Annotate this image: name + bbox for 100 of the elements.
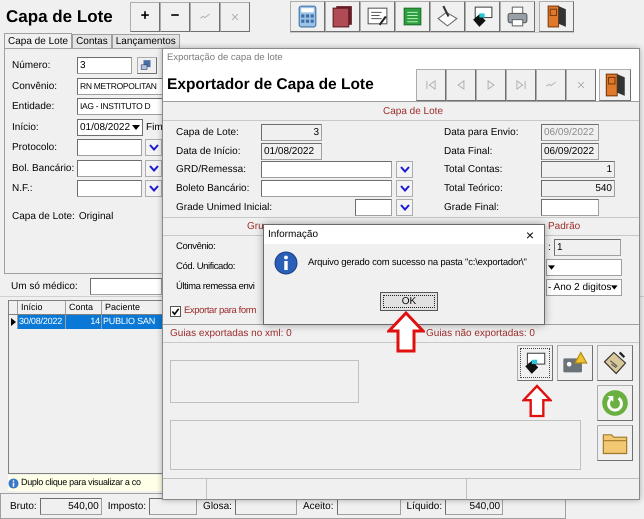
lookup-button[interactable] bbox=[396, 180, 413, 198]
field-label: Aceito: bbox=[302, 500, 334, 514]
tab[interactable]: Contas bbox=[72, 34, 112, 48]
window-title: Exportação de capa de lote bbox=[167, 51, 283, 66]
text-field[interactable]: 1 bbox=[554, 238, 621, 256]
text-field[interactable]: 540,00 bbox=[40, 498, 102, 514]
text-field[interactable]: 01/08/2022 bbox=[261, 142, 322, 160]
annotation-arrow bbox=[387, 311, 425, 353]
text-field[interactable]: 1 bbox=[541, 161, 615, 178]
table-row[interactable]: 30/08/2022 14 PUBLIO SAN bbox=[9, 315, 162, 329]
text-field[interactable]: 540 bbox=[541, 180, 615, 198]
chevron-down-icon bbox=[148, 185, 158, 192]
checkmark-icon bbox=[171, 307, 180, 316]
lookup-button[interactable] bbox=[145, 180, 162, 198]
field-label: Capa de Lote: bbox=[176, 126, 240, 140]
toolbar-button[interactable] bbox=[325, 0, 360, 32]
toolbar-button[interactable] bbox=[360, 0, 395, 32]
field-label: Entidade: bbox=[12, 100, 56, 114]
folder-button[interactable] bbox=[597, 425, 633, 461]
field-label: Convênio: bbox=[12, 80, 58, 94]
text-field[interactable]: RN METROPOLITAN bbox=[77, 78, 163, 95]
field-label: Imposto: bbox=[108, 500, 146, 514]
field-label: Início: bbox=[12, 120, 40, 135]
field-label: : bbox=[548, 240, 552, 254]
text-field[interactable]: 3 bbox=[261, 124, 322, 141]
lookup-button[interactable] bbox=[145, 160, 162, 177]
chevron-down-icon bbox=[400, 185, 410, 192]
checkbox[interactable] bbox=[170, 306, 181, 317]
chevron-down-icon bbox=[400, 166, 410, 174]
text-field[interactable] bbox=[77, 160, 142, 177]
info-icon bbox=[8, 478, 19, 488]
dropdown-arrow-icon bbox=[548, 264, 555, 270]
exit-button[interactable] bbox=[599, 68, 631, 100]
field-label: Bruto: bbox=[10, 500, 37, 514]
field-label: Protocolo: bbox=[12, 141, 58, 156]
tab[interactable]: Capa de Lote bbox=[4, 33, 72, 48]
text-field[interactable]: IAG - INSTITUTO D bbox=[77, 98, 163, 116]
lookup-button[interactable] bbox=[396, 199, 413, 216]
section-title: Padrão bbox=[548, 220, 580, 234]
last-icon bbox=[514, 78, 528, 92]
toolbar-button[interactable]: − bbox=[160, 2, 190, 32]
field-label: Fim bbox=[146, 120, 163, 135]
refresh-icon bbox=[601, 389, 629, 417]
message-text: Arquivo gerado com sucesso na pasta "c:\exportador\" bbox=[308, 256, 527, 270]
chevron-down-icon bbox=[400, 204, 410, 212]
card-icon bbox=[470, 4, 495, 28]
section-title: Capa de Lote bbox=[382, 104, 444, 118]
lookup-button[interactable] bbox=[145, 139, 162, 156]
field-label: Última remessa envi bbox=[176, 280, 256, 294]
text-field[interactable] bbox=[355, 199, 392, 216]
column-header[interactable]: Início bbox=[18, 301, 66, 314]
toolbar-button[interactable] bbox=[539, 0, 574, 32]
text-field[interactable] bbox=[261, 180, 392, 198]
pen-icon bbox=[435, 4, 460, 28]
column-header[interactable]: Conta bbox=[66, 301, 102, 314]
dropdown-arrow-icon bbox=[132, 124, 140, 130]
field-label: GRD/Remessa: bbox=[176, 163, 248, 178]
date-picker[interactable]: 01/08/2022 bbox=[77, 118, 143, 136]
text-field[interactable] bbox=[261, 161, 392, 178]
field-label: Total Contas: bbox=[444, 163, 504, 178]
toolbar-button[interactable] bbox=[500, 0, 535, 32]
text-field[interactable] bbox=[77, 139, 142, 156]
field-label: Data de Início: bbox=[176, 144, 242, 159]
toolbar-button[interactable]: + bbox=[130, 2, 160, 32]
text-field[interactable] bbox=[77, 180, 142, 198]
export-button[interactable] bbox=[517, 345, 553, 381]
tab[interactable]: Lançamentos bbox=[112, 34, 180, 48]
hint-text: Duplo clique para visualizar a co bbox=[21, 476, 141, 490]
field-label: Boleto Bancário: bbox=[176, 182, 250, 196]
chevron-down-icon bbox=[148, 164, 158, 172]
field-label: N.F.: bbox=[12, 182, 34, 196]
dropdown[interactable] bbox=[546, 258, 622, 276]
toolbar-button[interactable] bbox=[597, 345, 633, 381]
heading: Exportador de Capa de Lote bbox=[166, 74, 375, 95]
lookup-button[interactable] bbox=[396, 161, 413, 178]
close-button[interactable]: × bbox=[516, 225, 544, 244]
table-cell: 14 bbox=[66, 315, 102, 329]
dropdown[interactable]: - Ano 2 digitos bbox=[546, 278, 622, 296]
field-label: Data Final: bbox=[444, 144, 494, 159]
text-field[interactable]: 06/09/2022 bbox=[541, 142, 599, 160]
ok-button[interactable]: OK bbox=[380, 292, 438, 311]
field-label: Original bbox=[78, 210, 114, 224]
toolbar-button[interactable] bbox=[465, 0, 500, 32]
field-label: Capa de Lote: bbox=[12, 210, 75, 224]
field-label: Data para Envio: bbox=[444, 126, 520, 140]
field-label: Cód. Unificado: bbox=[176, 260, 236, 274]
status-text: Guias exportadas no xml: 0 bbox=[169, 327, 293, 341]
chevron-down-icon bbox=[148, 144, 158, 152]
text-field[interactable]: 3 bbox=[77, 57, 132, 74]
lookup-button[interactable] bbox=[137, 57, 157, 74]
section-title: Gru bbox=[247, 220, 265, 234]
table-cell: 30/08/2022 bbox=[18, 315, 66, 329]
text-field[interactable] bbox=[541, 199, 599, 216]
card-icon bbox=[522, 350, 548, 376]
refresh-button[interactable] bbox=[597, 385, 633, 421]
first-icon bbox=[424, 78, 438, 92]
column-header[interactable]: Paciente bbox=[102, 301, 162, 314]
field-label: Grade Final: bbox=[444, 201, 500, 216]
field-label: Grade Unimed Inicial: bbox=[176, 201, 274, 216]
text-field[interactable] bbox=[90, 278, 162, 295]
